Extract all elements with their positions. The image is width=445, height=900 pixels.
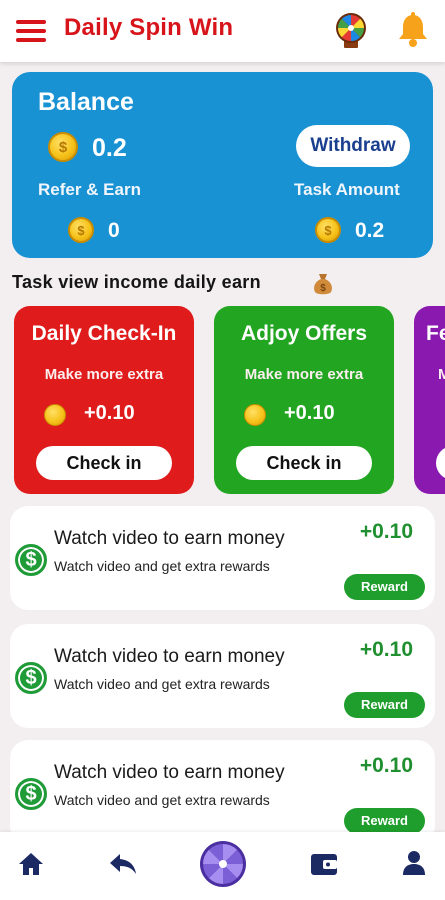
task-item[interactable]: $ Watch video to earn money Watch video … [10,740,435,844]
dollar-icon: $ [15,544,47,576]
check-in-button[interactable] [436,446,445,480]
reward-button[interactable]: Reward [344,574,425,600]
section-title: Task view income daily earn [12,272,261,292]
coin-icon [244,404,266,426]
offers-carousel[interactable]: Daily Check-In Make more extra +0.10 Che… [0,306,445,496]
app-title: Daily Spin Win [64,14,234,41]
reward-button[interactable]: Reward [344,692,425,718]
task-item[interactable]: $ Watch video to earn money Watch video … [10,624,435,728]
offer-title: Fe [426,322,445,345]
svg-text:$: $ [320,283,326,294]
balance-value: 0.2 [92,134,127,162]
task-subtitle: Watch video and get extra rewards [54,792,270,808]
profile-icon[interactable] [402,850,426,876]
offer-amount: +0.10 [284,402,335,424]
money-bag-icon: $ [314,274,332,295]
task-amount: +0.10 [359,754,413,777]
offer-card-partial[interactable]: Fe M [414,306,445,494]
refer-earn-value: 0 [108,219,120,242]
offer-card-adjoy-offers[interactable]: Adjoy Offers Make more extra +0.10 Check… [214,306,394,494]
offer-title: Daily Check-In [31,322,177,345]
wallet-icon[interactable] [310,852,338,876]
offer-amount: +0.10 [84,402,135,424]
task-amount: +0.10 [359,520,413,543]
offer-subtitle: Make more extra [244,366,364,383]
task-title: Watch video to earn money [54,528,285,549]
dollar-icon: $ [15,778,47,810]
task-title: Watch video to earn money [54,646,285,667]
withdraw-button[interactable]: Withdraw [296,125,410,167]
coin-icon [44,404,66,426]
reward-button[interactable]: Reward [344,808,425,834]
balance-title: Balance [38,88,134,116]
check-in-button[interactable]: Check in [236,446,372,480]
balance-card: Balance $ 0.2 Withdraw Refer & Earn Task… [12,72,433,258]
task-item[interactable]: $ Watch video to earn money Watch video … [10,506,435,610]
coin-icon: $ [48,132,78,162]
task-subtitle: Watch video and get extra rewards [54,558,270,574]
task-title: Watch video to earn money [54,762,285,783]
task-amount-value: 0.2 [355,219,385,242]
refer-earn-label: Refer & Earn [38,180,141,199]
check-in-button[interactable]: Check in [36,446,172,480]
task-amount: +0.10 [359,638,413,661]
task-subtitle: Watch video and get extra rewards [54,676,270,692]
bottom-nav [0,832,445,900]
spin-wheel-icon[interactable] [334,12,368,50]
offer-subtitle: M [438,366,445,383]
dollar-icon: $ [15,662,47,694]
offer-subtitle: Make more extra [44,366,164,383]
coin-icon: $ [315,217,341,243]
offer-card-daily-check-in[interactable]: Daily Check-In Make more extra +0.10 Che… [14,306,194,494]
menu-icon[interactable] [16,20,46,42]
app-bar: Daily Spin Win [0,0,445,62]
home-icon[interactable] [18,852,44,876]
bell-icon[interactable] [396,12,430,48]
back-arrow-icon[interactable] [108,852,138,876]
task-amount-label: Task Amount [294,180,400,199]
coin-icon: $ [68,217,94,243]
spin-wheel-icon[interactable] [199,840,247,888]
offer-title: Adjoy Offers [240,322,368,345]
